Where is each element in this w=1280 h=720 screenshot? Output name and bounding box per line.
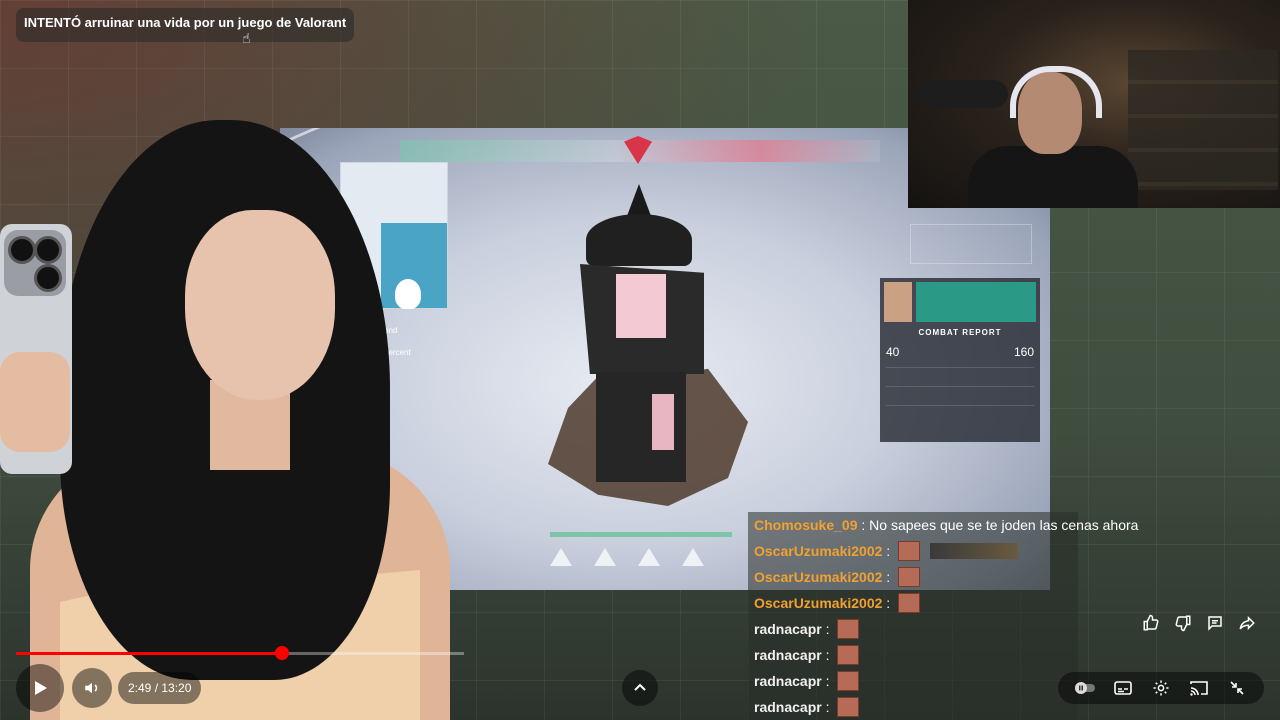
ability-icon (594, 548, 616, 566)
chat-emote (837, 645, 860, 665)
person-face (185, 210, 335, 400)
progress-bar[interactable] (16, 646, 464, 660)
combat-report-panel: COMBAT REPORT 40 160 (880, 278, 1040, 442)
chat-separator: : (821, 621, 834, 637)
exit-fullscreen-button[interactable] (1224, 675, 1250, 701)
tower-glow-lower (652, 394, 674, 450)
ability-bar (550, 548, 730, 588)
video-title[interactable]: INTENTÓ arruinar una vida por un juego d… (16, 8, 355, 42)
chat-emote (837, 671, 860, 691)
thumbs-up-icon[interactable] (1140, 612, 1162, 634)
chat-separator: : (882, 595, 895, 611)
cast-button[interactable] (1186, 675, 1212, 701)
chat-message: OscarUzumaki2002 : (748, 564, 1078, 590)
chat-separator: : (821, 647, 834, 663)
kill-cam-thumbnail (916, 282, 1036, 322)
chat-message: radnacapr : (748, 668, 1078, 694)
health-bar (550, 532, 732, 537)
video-frame[interactable]: and percent COMBAT REPORT 40 160 INTENTÓ… (0, 0, 1280, 720)
chat-username[interactable]: OscarUzumaki2002 (754, 569, 882, 585)
comment-icon[interactable] (1204, 612, 1226, 634)
chat-message: Chomosuke_09 : No sapees que se te joden… (748, 512, 1138, 538)
chat-text: No sapees que se te joden las cenas ahor… (869, 517, 1139, 533)
ability-icon (682, 548, 704, 566)
chat-username[interactable]: radnacapr (754, 621, 822, 637)
network-stats-panel (910, 224, 1032, 264)
camera-lens (34, 236, 62, 264)
spike-tower (580, 184, 704, 484)
side-action-bar (1140, 612, 1258, 634)
chat-separator: : (821, 673, 834, 689)
combat-report-title: COMBAT REPORT (918, 328, 1002, 337)
chat-username[interactable]: radnacapr (754, 673, 822, 689)
streamer-webcam (908, 0, 1280, 208)
phone-camera-module (4, 230, 66, 296)
chat-image (930, 543, 1019, 559)
chat-separator: : (857, 517, 870, 533)
agent-portrait (884, 282, 912, 322)
camera-lens (8, 236, 36, 264)
exit-fullscreen-icon (1230, 681, 1244, 695)
right-control-group (1058, 672, 1264, 704)
chat-message: radnacapr : (748, 642, 1078, 668)
chat-message: radnacapr : (748, 694, 1078, 720)
autoplay-toggle-icon (1075, 682, 1095, 694)
volume-button[interactable] (72, 668, 112, 708)
subtitles-button[interactable] (1110, 675, 1136, 701)
chat-emote (898, 541, 921, 561)
microphone (918, 80, 1008, 108)
ability-icon (550, 548, 572, 566)
time-display: 2:49 / 13:20 (118, 672, 202, 704)
progress-played (16, 652, 282, 655)
cast-icon (1190, 681, 1208, 696)
chat-emote (837, 697, 860, 717)
chat-username[interactable]: radnacapr (754, 699, 822, 715)
share-icon[interactable] (1236, 612, 1258, 634)
camera-lens (34, 264, 62, 292)
chat-separator: : (882, 569, 895, 585)
chat-username[interactable]: OscarUzumaki2002 (754, 543, 882, 559)
autoplay-toggle[interactable] (1072, 675, 1098, 701)
thumbs-down-icon[interactable] (1172, 612, 1194, 634)
right-score: 160 (1013, 345, 1034, 359)
chevron-up-icon (634, 683, 646, 691)
play-icon (35, 681, 47, 695)
tower-glow (616, 274, 666, 338)
headset (1010, 66, 1102, 118)
expand-button[interactable] (622, 670, 658, 706)
chat-emote (898, 567, 921, 587)
chat-message: OscarUzumaki2002 : (748, 538, 1078, 564)
pointer-hand-icon: ☝ (242, 30, 251, 46)
tower-cap (586, 214, 692, 266)
progress-scrubber[interactable] (274, 646, 289, 660)
gear-icon (1153, 680, 1169, 696)
combat-rows (886, 367, 1034, 424)
chat-username[interactable]: radnacapr (754, 647, 822, 663)
chat-username[interactable]: Chomosuke_09 (754, 517, 857, 533)
combat-scores: 40 160 (886, 345, 1034, 359)
chat-message: OscarUzumaki2002 : (748, 590, 1078, 616)
subtitles-icon (1114, 681, 1132, 695)
chat-overlay: Chomosuke_09 : No sapees que se te joden… (748, 512, 1138, 720)
chat-emote (898, 593, 921, 613)
background-shelf (1128, 50, 1278, 190)
chat-message: radnacapr : (748, 616, 1078, 642)
chat-emote (837, 619, 860, 639)
volume-icon (85, 682, 98, 694)
hand (0, 352, 70, 452)
chat-username[interactable]: OscarUzumaki2002 (754, 595, 882, 611)
chat-separator: : (882, 543, 895, 559)
chat-separator: : (821, 699, 834, 715)
streamer-torso (968, 146, 1138, 208)
killer-portraits (884, 282, 1036, 322)
left-score: 40 (886, 345, 900, 359)
play-button[interactable] (16, 664, 64, 712)
ability-icon (638, 548, 660, 566)
settings-button[interactable] (1148, 675, 1174, 701)
